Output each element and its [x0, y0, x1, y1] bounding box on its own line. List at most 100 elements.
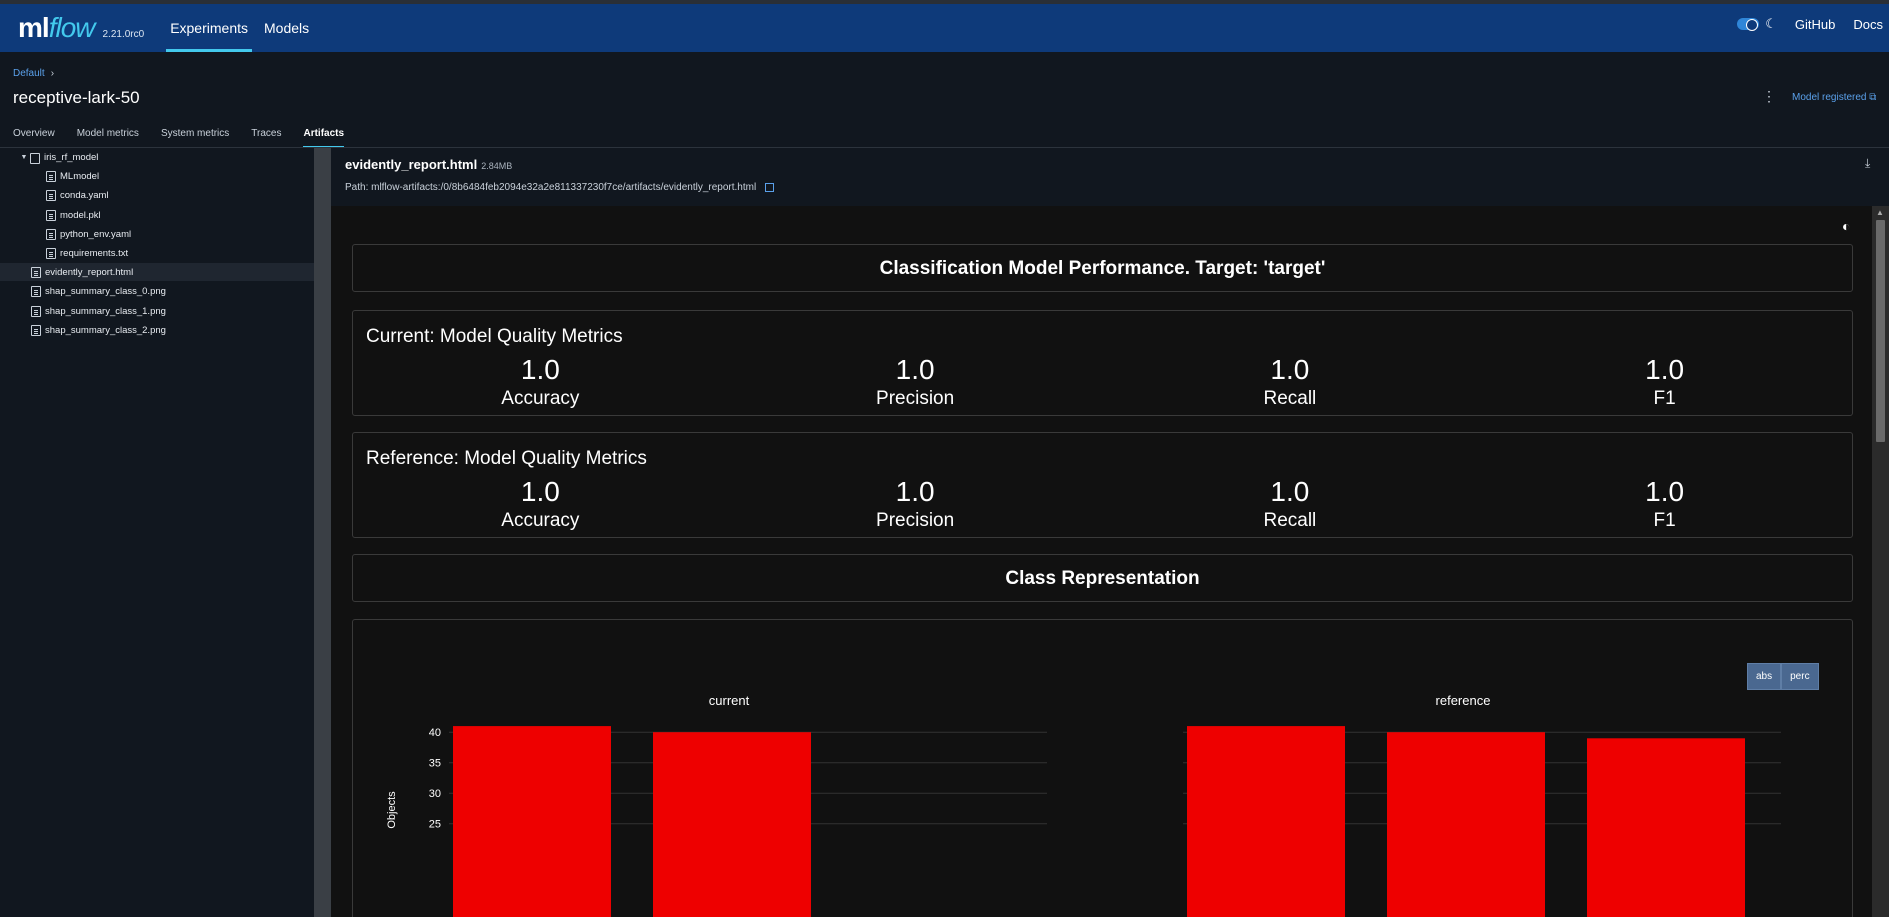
metric-value: 1.0: [1645, 476, 1685, 507]
file-size: 2.84MB: [481, 161, 513, 171]
tab-model-metrics[interactable]: Model metrics: [77, 128, 139, 148]
chart-bar: [1187, 726, 1345, 917]
file-icon: [46, 189, 56, 201]
top-right-controls: ☾ GitHub Docs: [1737, 0, 1889, 48]
copy-icon[interactable]: [765, 182, 775, 192]
scrollbar-thumb[interactable]: [1876, 220, 1885, 442]
nav-experiments[interactable]: Experiments: [162, 4, 256, 52]
tree-item-label: MLmodel: [60, 170, 100, 182]
theme-toggle-icon[interactable]: ◐: [1842, 218, 1850, 234]
file-icon: [46, 228, 56, 240]
external-link-icon: ⧉: [1869, 92, 1877, 103]
metric-accuracy: 1.0 Accuracy: [353, 476, 728, 532]
chart-title: current: [709, 693, 750, 708]
tree-item-shap-class-1[interactable]: shap_summary_class_1.png: [0, 302, 314, 320]
tree-item-label: shap_summary_class_2.png: [45, 324, 166, 336]
tree-item-label: python_env.yaml: [60, 228, 132, 240]
tab-traces[interactable]: Traces: [251, 128, 281, 148]
metric-label: F1: [1653, 510, 1676, 531]
chart-title: reference: [1436, 693, 1491, 708]
file-icon: [46, 247, 56, 259]
metric-f1: 1.0 F1: [1477, 476, 1852, 532]
current-metrics-row: 1.0 Accuracy 1.0 Precision 1.0 Recall 1.0 F1: [353, 354, 1852, 410]
tree-item-iris-rf-model[interactable]: ▼ iris_rf_model: [0, 148, 314, 166]
metric-recall: 1.0 Recall: [1103, 476, 1478, 532]
artifact-file-name: evidently_report.html 2.84MB: [345, 157, 512, 172]
tab-artifacts[interactable]: Artifacts: [303, 128, 344, 148]
reference-metrics-row: 1.0 Accuracy 1.0 Precision 1.0 Recall 1.0 F1: [353, 476, 1852, 532]
y-tick-label: 25: [429, 819, 441, 831]
folder-icon: [30, 152, 40, 164]
moon-icon: ☾: [1765, 16, 1777, 31]
report-title-card: Classification Model Performance. Target…: [352, 244, 1853, 292]
tree-item-label: shap_summary_class_0.png: [45, 285, 166, 297]
metric-recall: 1.0 Recall: [1103, 354, 1478, 410]
github-link[interactable]: GitHub: [1795, 17, 1835, 32]
metric-value: 1.0: [1270, 476, 1310, 507]
tree-item-shap-class-0[interactable]: shap_summary_class_0.png: [0, 282, 314, 300]
metric-label: Precision: [876, 388, 955, 409]
file-icon: [31, 285, 41, 297]
tree-item-label: requirements.txt: [60, 247, 129, 259]
metric-label: F1: [1653, 388, 1676, 409]
logo-ml-text: ml: [18, 12, 50, 43]
breadcrumb: Default ›: [13, 68, 54, 79]
metric-value: 1.0: [895, 476, 935, 507]
mlflow-logo[interactable]: ml flow 2.21.0rc0: [18, 12, 144, 44]
file-icon: [31, 266, 41, 278]
y-tick-label: 40: [429, 727, 441, 739]
more-menu-icon[interactable]: ⋮: [1762, 88, 1776, 105]
tree-item-python-env-yaml[interactable]: python_env.yaml: [0, 225, 314, 243]
tree-item-shap-class-2[interactable]: shap_summary_class_2.png: [0, 321, 314, 339]
tree-item-label: iris_rf_model: [44, 151, 99, 163]
tree-item-mlmodel[interactable]: MLmodel: [0, 167, 314, 185]
evidently-report-frame: ◐ Classification Model Performance. Targ…: [331, 206, 1872, 917]
class-representation-charts: current 25 30 35 40 Objects reference: [386, 693, 1781, 917]
tree-item-conda-yaml[interactable]: conda.yaml: [0, 186, 314, 204]
chart-bar: [453, 726, 611, 917]
file-icon: [46, 170, 56, 182]
chart-bar: [653, 732, 811, 917]
metric-accuracy: 1.0 Accuracy: [353, 354, 728, 410]
tree-item-label: model.pkl: [60, 209, 101, 221]
metric-value: 1.0: [1645, 354, 1685, 385]
run-tabs: Overview Model metrics System metrics Tr…: [13, 128, 366, 148]
report-scrollbar[interactable]: ▲: [1872, 206, 1889, 917]
logo-flow-text: flow: [48, 12, 96, 43]
tree-item-model-pkl[interactable]: model.pkl: [0, 206, 314, 224]
page-title: receptive-lark-50: [13, 88, 140, 107]
metric-value: 1.0: [520, 476, 560, 507]
metric-value: 1.0: [1270, 354, 1310, 385]
file-icon: [46, 209, 56, 221]
tree-item-evidently-report[interactable]: evidently_report.html: [0, 263, 314, 281]
y-tick-label: 30: [429, 788, 441, 800]
dark-mode-toggle[interactable]: [1737, 18, 1760, 31]
docs-link[interactable]: Docs: [1853, 17, 1883, 32]
class-representation-title: Class Representation: [1005, 568, 1200, 589]
tab-system-metrics[interactable]: System metrics: [161, 128, 229, 148]
download-icon[interactable]: ⤓: [1865, 156, 1870, 171]
current-metrics-heading: Current: Model Quality Metrics: [366, 326, 623, 347]
metric-precision: 1.0 Precision: [728, 476, 1103, 532]
metric-label: Recall: [1263, 510, 1317, 531]
breadcrumb-default[interactable]: Default: [13, 68, 45, 79]
chevron-right-icon: ›: [50, 68, 55, 79]
metric-value: 1.0: [895, 354, 935, 385]
model-registered-link[interactable]: Model registered ⧉: [1792, 92, 1876, 103]
reference-metrics-card: Reference: Model Quality Metrics 1.0 Accu…: [352, 432, 1853, 538]
file-name-label: evidently_report.html: [345, 157, 478, 172]
chart-bar: [1587, 738, 1745, 917]
tab-overview[interactable]: Overview: [13, 128, 55, 148]
tree-item-label: evidently_report.html: [45, 266, 134, 278]
tree-resize-handle[interactable]: [314, 148, 331, 917]
metric-label: Precision: [876, 510, 955, 531]
y-tick-label: 35: [429, 758, 441, 770]
metric-label: Accuracy: [501, 388, 580, 409]
tree-item-requirements-txt[interactable]: requirements.txt: [0, 244, 314, 262]
nav-models[interactable]: Models: [256, 4, 317, 52]
metric-value: 1.0: [520, 354, 560, 385]
metric-label: Accuracy: [501, 510, 580, 531]
artifact-viewer: evidently_report.html 2.84MB ⤓ Path: mlfl…: [331, 148, 1889, 917]
scroll-up-icon[interactable]: ▲: [1876, 208, 1884, 217]
caret-down-icon[interactable]: ▼: [18, 154, 30, 161]
